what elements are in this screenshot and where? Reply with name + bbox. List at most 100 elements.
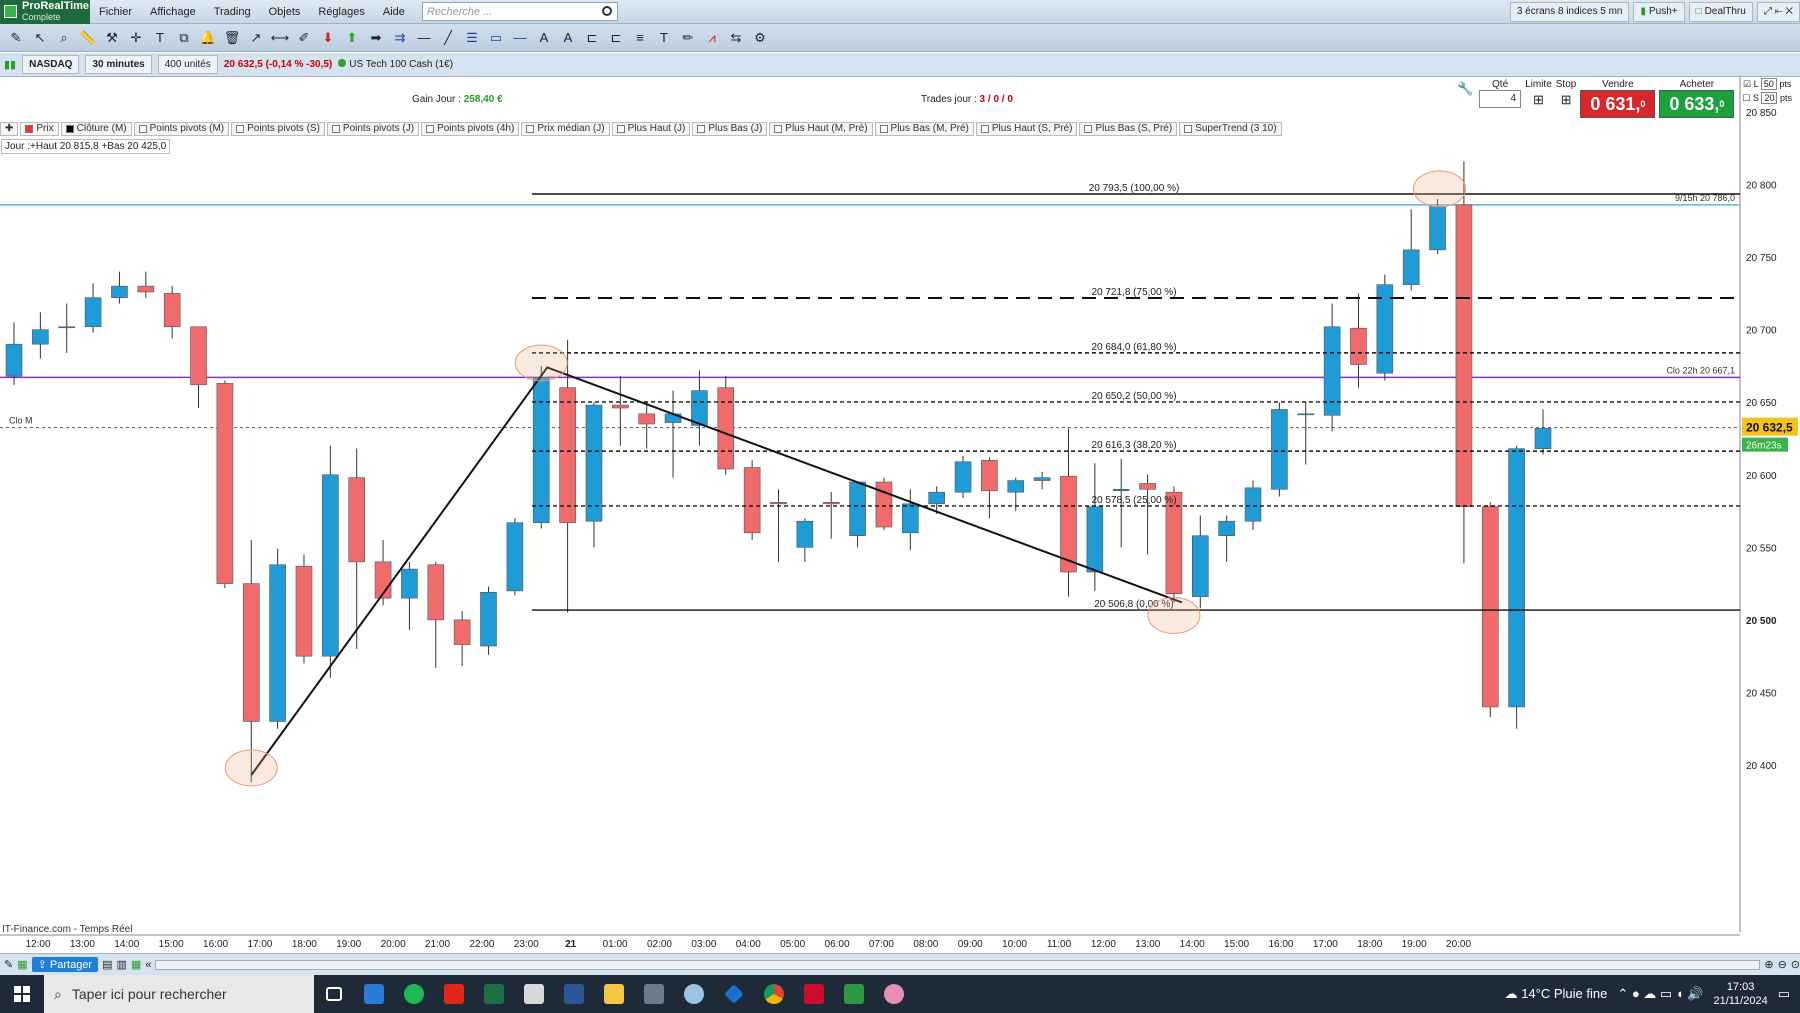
start-button[interactable] <box>0 975 44 1013</box>
price-chart[interactable]: 20 850 20 800 20 750 20 700 20 650 20 600 20 5… <box>0 77 1800 957</box>
pencil-icon[interactable]: ✎ <box>6 28 26 48</box>
push-button[interactable]: ▮ Push+ <box>1633 2 1685 22</box>
menu-reglages[interactable]: Réglages <box>309 0 373 24</box>
tray-icons[interactable]: ⌃ ● ☁ ▭ ◖ 🔊 <box>1617 986 1703 1002</box>
notification-icon[interactable]: ▭ <box>1778 986 1790 1002</box>
indicator-chip[interactable]: Plus Haut (M, Pré) <box>769 122 873 136</box>
prorealtime-icon[interactable] <box>834 975 874 1013</box>
indicator-checkbox[interactable] <box>526 125 535 133</box>
stop-order-icon[interactable]: ⊞ <box>1556 90 1576 110</box>
market-select[interactable]: NASDAQ <box>22 55 80 74</box>
cursor-icon[interactable]: ↖ <box>30 28 50 48</box>
bracket-icon[interactable]: ⊏ <box>582 28 602 48</box>
calc-icon[interactable]: ▥ <box>117 958 127 971</box>
indicator-chip[interactable]: Points pivots (4h) <box>421 122 520 136</box>
menu-fichier[interactable]: Fichier <box>90 0 141 24</box>
ig-icon[interactable] <box>434 975 474 1013</box>
horizontal-scrollbar[interactable] <box>155 959 1761 970</box>
magnet-icon[interactable]: ⚒ <box>102 28 122 48</box>
table-icon[interactable]: ▤ <box>102 958 112 971</box>
calculator-icon[interactable] <box>634 975 674 1013</box>
indicator-chip[interactable]: Plus Bas (J) <box>692 122 768 136</box>
copy-icon[interactable]: ⧉ <box>174 28 194 48</box>
zoom-fit-icon[interactable]: ⊙ <box>1791 958 1800 971</box>
taskbar-search[interactable]: ⌕ Taper ici pour rechercher <box>44 975 314 1013</box>
line-blue-icon[interactable]: — <box>510 28 530 48</box>
layout-icon[interactable]: ▦ <box>17 958 27 971</box>
ruler-icon[interactable]: 📏 <box>78 28 98 48</box>
indicator-checkbox[interactable] <box>236 125 245 133</box>
indicator-checkbox[interactable] <box>774 125 783 133</box>
menu-objets[interactable]: Objets <box>260 0 310 24</box>
word-icon[interactable] <box>554 975 594 1013</box>
scroll-left-icon[interactable]: « <box>145 959 151 971</box>
arrows-icon[interactable]: ⇆ <box>726 28 746 48</box>
indicator-checkbox[interactable] <box>25 125 34 133</box>
rect-icon[interactable]: ▭ <box>486 28 506 48</box>
indicator-checkbox[interactable] <box>980 125 989 133</box>
layout-button[interactable]: 3 écrans 8 indices 5 mn <box>1509 2 1630 22</box>
zigzag-icon[interactable]: ⩘ <box>702 28 722 48</box>
spotify-icon[interactable] <box>394 975 434 1013</box>
explorer-icon[interactable] <box>594 975 634 1013</box>
fibo-icon[interactable]: ☰ <box>462 28 482 48</box>
dealthru-button[interactable]: □ DealThru <box>1688 2 1753 22</box>
trash-icon[interactable]: 🗑 <box>222 28 242 48</box>
text-icon[interactable]: T <box>150 28 170 48</box>
channel-icon[interactable]: ⇉ <box>390 28 410 48</box>
indicator-checkbox[interactable] <box>1084 125 1093 133</box>
units-select[interactable]: 400 unités <box>157 55 218 74</box>
indicator-chip[interactable]: Plus Haut (S, Pré) <box>975 122 1078 136</box>
indicator-checkbox[interactable] <box>331 125 340 133</box>
right-arrow-icon[interactable]: ➡ <box>366 28 386 48</box>
up-arrow-icon[interactable]: ⬆ <box>342 28 362 48</box>
chrome-icon[interactable] <box>754 975 794 1013</box>
indicator-chip[interactable]: SuperTrend (3 10) <box>1179 122 1282 136</box>
indicator-checkbox[interactable] <box>65 125 74 133</box>
zoom-icon[interactable]: ⌕ <box>54 28 74 48</box>
indicator-chip[interactable]: Prix médian (J) <box>521 122 610 136</box>
segment-icon[interactable]: ⟷ <box>270 28 290 48</box>
indicator-checkbox[interactable] <box>426 125 435 133</box>
weather-widget[interactable]: ☁ 14°C Pluie fine <box>1505 986 1608 1002</box>
t-box-icon[interactable]: T <box>654 28 674 48</box>
game-icon[interactable] <box>874 975 914 1013</box>
wrench-icon[interactable]: 🔧 <box>1455 79 1475 99</box>
l-checkbox[interactable]: ☑ L 50 pts <box>1743 78 1791 90</box>
indicator-chip[interactable]: Points pivots (M) <box>133 122 230 136</box>
menu-affichage[interactable]: Affichage <box>141 0 205 24</box>
menu-trading[interactable]: Trading <box>205 0 260 24</box>
down-arrow-icon[interactable]: ⬇ <box>318 28 338 48</box>
indicator-checkbox[interactable] <box>616 125 625 133</box>
bell-icon[interactable]: 🔔 <box>198 28 218 48</box>
menu-aide[interactable]: Aide <box>374 0 414 24</box>
indicator-checkbox[interactable] <box>879 125 888 133</box>
zoom-out-icon[interactable]: ⊖ <box>1778 958 1787 971</box>
zoom-in-icon[interactable]: ⊕ <box>1764 958 1773 971</box>
search-input[interactable]: Recherche ... <box>421 2 618 21</box>
files-icon[interactable] <box>514 975 554 1013</box>
indicator-checkbox[interactable] <box>697 125 706 133</box>
share-button[interactable]: ⇪ Partager <box>31 957 99 972</box>
add-indicator-icon[interactable]: ✚ <box>0 122 19 136</box>
indicator-chip[interactable]: Plus Bas (S, Pré) <box>1079 122 1178 136</box>
text-abc2-icon[interactable]: A <box>558 28 578 48</box>
paint-icon[interactable] <box>674 975 714 1013</box>
excel-icon[interactable] <box>474 975 514 1013</box>
clock[interactable]: 17:03 21/11/2024 <box>1713 980 1767 1008</box>
brush-icon[interactable]: ✐ <box>294 28 314 48</box>
chart-icon[interactable]: ▦ <box>131 958 141 971</box>
pencil2-icon[interactable]: ✏ <box>678 28 698 48</box>
trendline-icon[interactable]: ╱ <box>438 28 458 48</box>
store-icon[interactable] <box>354 975 394 1013</box>
window-controls[interactable]: ⤢ ⇤ ✕ <box>1756 2 1800 22</box>
indicator-chip[interactable]: Clôture (M) <box>60 122 132 136</box>
bracket2-icon[interactable]: ⊏ <box>606 28 626 48</box>
limit-order-icon[interactable]: ⊞ <box>1528 90 1548 110</box>
list-icon[interactable]: ≡ <box>630 28 650 48</box>
indicator-chip[interactable]: Plus Bas (M, Pré) <box>874 122 974 136</box>
indicator-chip[interactable]: Prix <box>20 122 59 136</box>
hline-icon[interactable]: — <box>414 28 434 48</box>
s-checkbox[interactable]: ☐ S 20 pts <box>1742 92 1792 104</box>
taskview-icon[interactable] <box>314 975 354 1013</box>
